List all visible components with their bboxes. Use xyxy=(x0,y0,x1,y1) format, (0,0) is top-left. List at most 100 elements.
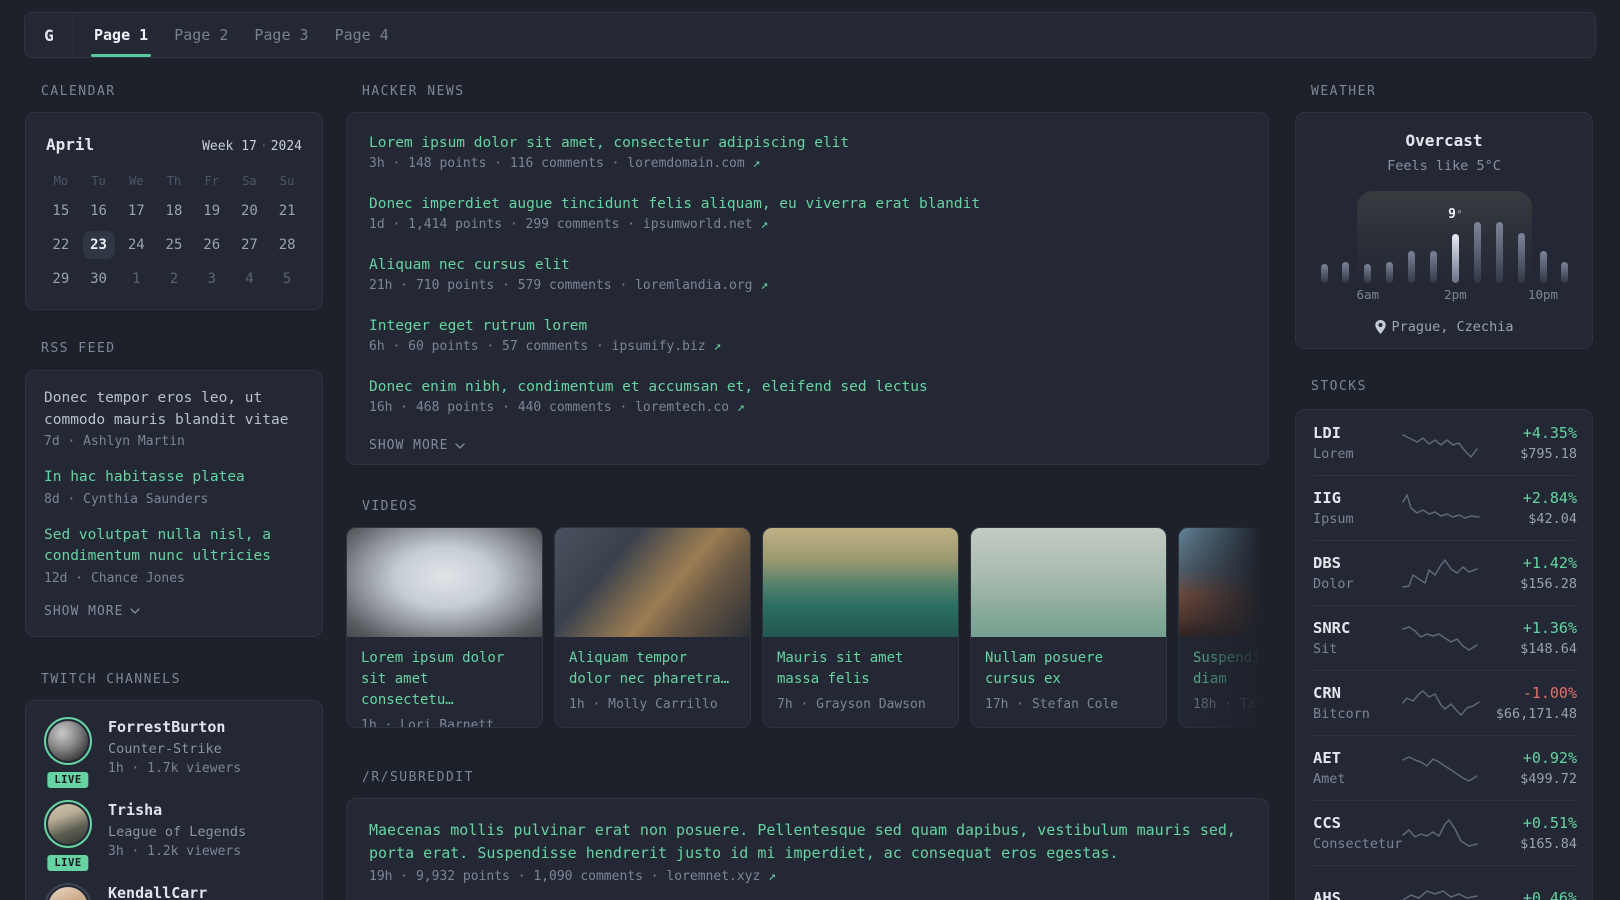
stock-id: IIG Ipsum xyxy=(1313,488,1401,528)
stock-price: $165.84 xyxy=(1520,836,1577,852)
external-link-icon: ↗ xyxy=(768,869,776,884)
reddit-post-meta: 19h · 9,932 points · 1,090 comments · lo… xyxy=(369,869,776,884)
video-card[interactable]: Nullam posuere cursus ex 17h · Stefan Col… xyxy=(970,527,1167,728)
channel-info: KendallCarr xyxy=(108,883,207,900)
avatar-wrapper xyxy=(44,883,92,900)
video-title[interactable]: Suspendisse diam xyxy=(1193,648,1269,690)
stock-row[interactable]: CCS Consectetur +0.51% $165.84 xyxy=(1313,800,1577,865)
stock-id: AHS xyxy=(1313,888,1401,900)
section-title-calendar: CALENDAR xyxy=(41,84,116,99)
twitch-channel[interactable]: LIVE ForrestBurton Counter-Strike 1h · 1.7k… xyxy=(44,717,304,791)
hn-item: Aliquam nec cursus elit 21h · 710 points … xyxy=(369,255,1246,295)
stock-price: $156.28 xyxy=(1520,576,1577,592)
stock-row[interactable]: SNRC Sit +1.36% $148.64 xyxy=(1313,605,1577,670)
weather-bar xyxy=(1539,251,1547,283)
stock-row[interactable]: IIG Ipsum +2.84% $42.04 xyxy=(1313,475,1577,540)
stock-row[interactable]: CRN Bitcorn -1.00% $66,171.48 xyxy=(1313,670,1577,735)
weather-condition: Overcast xyxy=(1405,131,1483,150)
channel-info: Trisha League of Legends 3h · 1.2k viewers xyxy=(108,800,246,861)
video-card[interactable]: Lorem ipsum dolor sit amet consectetu… 1h… xyxy=(346,527,543,728)
day-cell: 2 xyxy=(155,262,193,296)
channel-name[interactable]: ForrestBurton xyxy=(108,717,241,737)
hn-item-title[interactable]: Donec enim nibh, condimentum et accumsan… xyxy=(369,377,1246,398)
video-title[interactable]: Aliquam tempor dolor nec pharetra… xyxy=(569,648,736,690)
nav-tab-page-3[interactable]: Page 3 xyxy=(254,13,308,57)
day-number: 16 xyxy=(90,203,107,219)
rss-item-meta: 7d · Ashlyn Martin xyxy=(44,434,185,449)
video-card[interactable]: Aliquam tempor dolor nec pharetra… 1h · M… xyxy=(554,527,751,728)
video-body: Aliquam tempor dolor nec pharetra… 1h · M… xyxy=(555,637,750,712)
weather-bar xyxy=(1386,262,1394,283)
rss-item-title[interactable]: In hac habitasse platea xyxy=(44,467,304,489)
channel-name[interactable]: KendallCarr xyxy=(108,883,207,900)
stock-row[interactable]: DBS Dolor +1.42% $156.28 xyxy=(1313,540,1577,605)
external-link-icon: ↗ xyxy=(760,278,769,293)
channel-name[interactable]: Trisha xyxy=(108,800,246,820)
day-cell: 1 xyxy=(117,262,155,296)
chevron-down-icon xyxy=(130,608,141,614)
video-title[interactable]: Mauris sit amet massa felis xyxy=(777,648,944,690)
rss-item-title[interactable]: Sed volutpat nulla nisl, a condimentum n… xyxy=(44,525,304,568)
hn-item-title[interactable]: Integer eget rutrum lorem xyxy=(369,316,1246,337)
weather-time-labels: 6am 2pm 10pm xyxy=(1314,287,1574,305)
stock-sparkline xyxy=(1402,626,1478,651)
day-cell: 26 xyxy=(193,228,231,262)
stock-price: $148.64 xyxy=(1520,641,1577,657)
hn-item-meta: 6h · 60 points · 57 comments · ipsumify.… xyxy=(369,339,722,354)
stock-change: +1.36% xyxy=(1522,619,1577,637)
day-cell: 29 xyxy=(42,262,80,296)
stock-symbol: AHS xyxy=(1313,889,1341,900)
hn-item-title[interactable]: Donec imperdiet augue tincidunt felis al… xyxy=(369,194,1246,215)
video-title[interactable]: Lorem ipsum dolor sit amet consectetu… xyxy=(361,648,528,711)
weekday-label: Th xyxy=(166,174,182,188)
day-cell: 3 xyxy=(193,262,231,296)
weather-location: Prague, Czechia xyxy=(1391,319,1514,335)
channel-viewers: 3h · 1.2k viewers xyxy=(108,844,242,859)
day-number: 4 xyxy=(245,271,254,287)
nav-tab-page-1[interactable]: Page 1 xyxy=(90,13,152,57)
rss-item: Sed volutpat nulla nisl, a condimentum n… xyxy=(44,525,304,588)
video-meta: 1h · Molly Carrillo xyxy=(569,697,718,712)
external-link-icon: ↗ xyxy=(760,217,769,232)
twitch-channel[interactable]: LIVE Trisha League of Legends 3h · 1.2k vie… xyxy=(44,800,304,874)
video-card[interactable]: Mauris sit amet massa felis 7h · Grayson … xyxy=(762,527,959,728)
twitch-channel[interactable]: KendallCarr xyxy=(44,883,304,900)
weather-location-row: Prague, Czechia xyxy=(1314,319,1574,335)
rss-item-title[interactable]: Donec tempor eros leo, ut commodo mauris… xyxy=(44,388,304,431)
show-more-button[interactable]: SHOW MORE xyxy=(369,438,1246,453)
hn-item: Integer eget rutrum lorem 6h · 60 points … xyxy=(369,316,1246,356)
video-title[interactable]: Nullam posuere cursus ex xyxy=(985,648,1152,690)
location-pin-icon xyxy=(1374,320,1386,334)
video-card[interactable]: Suspendisse diam 18h · Tara xyxy=(1178,527,1269,728)
show-more-button[interactable]: SHOW MORE xyxy=(44,604,304,619)
nav-tab-page-2[interactable]: Page 2 xyxy=(174,13,228,57)
weather-bar xyxy=(1473,222,1481,283)
stock-row[interactable]: AHS +0.46% xyxy=(1313,865,1577,900)
day-number: 23 xyxy=(82,231,115,259)
stock-row[interactable]: LDI Lorem +4.35% $795.18 xyxy=(1313,410,1577,475)
stock-id: AET Amet xyxy=(1313,748,1401,788)
hn-item-meta: 21h · 710 points · 579 comments · loreml… xyxy=(369,278,769,293)
day-cell: 27 xyxy=(231,228,269,262)
nav-tab-page-4[interactable]: Page 4 xyxy=(335,13,389,57)
stocks-card: LDI Lorem +4.35% $795.18 IIG Ipsum +2.84% $42.0… xyxy=(1295,409,1593,900)
avatar-wrapper: LIVE xyxy=(44,800,92,874)
external-link-icon: ↗ xyxy=(736,400,745,415)
current-temp-label: 9° xyxy=(1448,207,1463,222)
hn-item-title[interactable]: Aliquam nec cursus elit xyxy=(369,255,1246,276)
reddit-post-title[interactable]: Maecenas mollis pulvinar erat non posuer… xyxy=(369,819,1246,865)
weather-bar-current xyxy=(1451,234,1459,283)
stock-id: CRN Bitcorn xyxy=(1313,683,1401,723)
hn-item-title[interactable]: Lorem ipsum dolor sit amet, consectetur … xyxy=(369,133,1246,154)
weather-bar xyxy=(1320,264,1328,283)
weather-bar xyxy=(1430,251,1437,283)
avatar-wrapper: LIVE xyxy=(44,717,92,791)
avatar xyxy=(44,717,92,765)
stock-row[interactable]: AET Amet +0.92% $499.72 xyxy=(1313,735,1577,800)
external-link-icon: ↗ xyxy=(713,339,722,354)
video-meta: 1h · Lori Barnett xyxy=(361,718,495,728)
hn-item-meta: 3h · 148 points · 116 comments · loremdo… xyxy=(369,156,761,171)
section-title-twitch: TWITCH CHANNELS xyxy=(41,672,181,687)
time-label: 10pm xyxy=(1527,287,1559,302)
weather-bar xyxy=(1561,262,1569,283)
